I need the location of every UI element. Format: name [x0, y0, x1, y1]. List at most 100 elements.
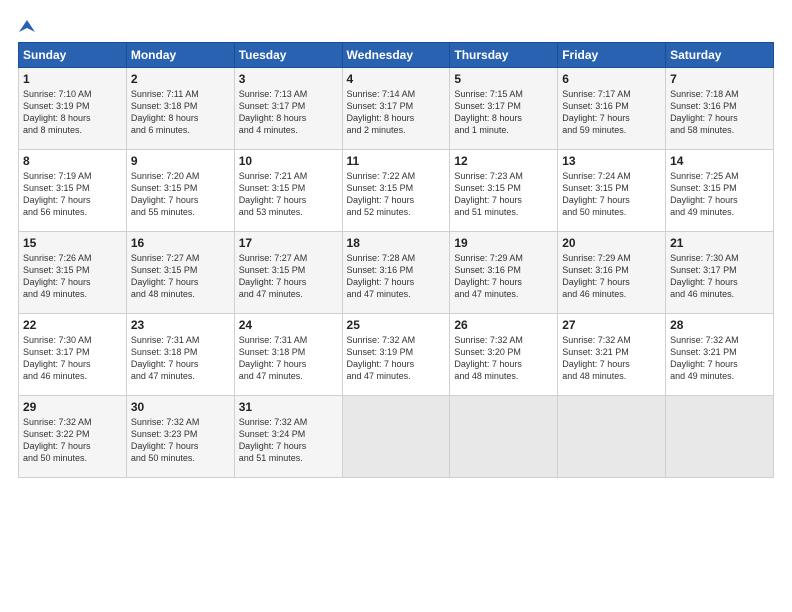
day-info: Sunrise: 7:15 AM Sunset: 3:17 PM Dayligh… [454, 88, 553, 137]
day-cell: 6 Sunrise: 7:17 AM Sunset: 3:16 PM Daylig… [558, 68, 666, 150]
day-cell: 8 Sunrise: 7:19 AM Sunset: 3:15 PM Daylig… [19, 150, 127, 232]
day-info: Sunrise: 7:26 AM Sunset: 3:15 PM Dayligh… [23, 252, 122, 301]
col-header-saturday: Saturday [666, 43, 774, 68]
day-info: Sunrise: 7:22 AM Sunset: 3:15 PM Dayligh… [347, 170, 446, 219]
day-cell [342, 396, 450, 478]
day-number: 16 [131, 236, 230, 250]
week-row-2: 8 Sunrise: 7:19 AM Sunset: 3:15 PM Daylig… [19, 150, 774, 232]
day-cell: 22 Sunrise: 7:30 AM Sunset: 3:17 PM Dayli… [19, 314, 127, 396]
day-info: Sunrise: 7:17 AM Sunset: 3:16 PM Dayligh… [562, 88, 661, 137]
day-cell: 31 Sunrise: 7:32 AM Sunset: 3:24 PM Dayli… [234, 396, 342, 478]
day-cell: 26 Sunrise: 7:32 AM Sunset: 3:20 PM Dayli… [450, 314, 558, 396]
day-cell [558, 396, 666, 478]
day-cell: 2 Sunrise: 7:11 AM Sunset: 3:18 PM Daylig… [126, 68, 234, 150]
day-info: Sunrise: 7:23 AM Sunset: 3:15 PM Dayligh… [454, 170, 553, 219]
day-cell: 9 Sunrise: 7:20 AM Sunset: 3:15 PM Daylig… [126, 150, 234, 232]
day-number: 22 [23, 318, 122, 332]
day-number: 23 [131, 318, 230, 332]
day-info: Sunrise: 7:30 AM Sunset: 3:17 PM Dayligh… [23, 334, 122, 383]
day-info: Sunrise: 7:10 AM Sunset: 3:19 PM Dayligh… [23, 88, 122, 137]
col-header-wednesday: Wednesday [342, 43, 450, 68]
day-info: Sunrise: 7:21 AM Sunset: 3:15 PM Dayligh… [239, 170, 338, 219]
day-info: Sunrise: 7:31 AM Sunset: 3:18 PM Dayligh… [239, 334, 338, 383]
week-row-4: 22 Sunrise: 7:30 AM Sunset: 3:17 PM Dayli… [19, 314, 774, 396]
week-row-3: 15 Sunrise: 7:26 AM Sunset: 3:15 PM Dayli… [19, 232, 774, 314]
day-info: Sunrise: 7:32 AM Sunset: 3:19 PM Dayligh… [347, 334, 446, 383]
day-info: Sunrise: 7:11 AM Sunset: 3:18 PM Dayligh… [131, 88, 230, 137]
day-number: 18 [347, 236, 446, 250]
day-cell: 14Sunrise: 7:25 AM Sunset: 3:15 PM Dayli… [666, 150, 774, 232]
day-cell: 3 Sunrise: 7:13 AM Sunset: 3:17 PM Daylig… [234, 68, 342, 150]
day-number: 24 [239, 318, 338, 332]
calendar-table: SundayMondayTuesdayWednesdayThursdayFrid… [18, 42, 774, 478]
logo [18, 18, 35, 32]
col-header-thursday: Thursday [450, 43, 558, 68]
logo-icon [19, 18, 35, 34]
day-info: Sunrise: 7:29 AM Sunset: 3:16 PM Dayligh… [562, 252, 661, 301]
week-row-1: 1 Sunrise: 7:10 AM Sunset: 3:19 PM Daylig… [19, 68, 774, 150]
day-cell: 21 Sunrise: 7:30 AM Sunset: 3:17 PM Dayli… [666, 232, 774, 314]
day-info: Sunrise: 7:32 AM Sunset: 3:21 PM Dayligh… [670, 334, 769, 383]
day-number: 21 [670, 236, 769, 250]
day-number: 5 [454, 72, 553, 86]
day-number: 27 [562, 318, 661, 332]
day-cell: 7 Sunrise: 7:18 AM Sunset: 3:16 PM Daylig… [666, 68, 774, 150]
header-row: SundayMondayTuesdayWednesdayThursdayFrid… [19, 43, 774, 68]
day-number: 10 [239, 154, 338, 168]
day-number: 15 [23, 236, 122, 250]
day-number: 7 [670, 72, 769, 86]
day-cell [450, 396, 558, 478]
day-cell: 4Sunrise: 7:14 AM Sunset: 3:17 PM Daylig… [342, 68, 450, 150]
day-info: Sunrise: 7:32 AM Sunset: 3:24 PM Dayligh… [239, 416, 338, 465]
day-cell: 24 Sunrise: 7:31 AM Sunset: 3:18 PM Dayli… [234, 314, 342, 396]
day-cell: 11 Sunrise: 7:22 AM Sunset: 3:15 PM Dayli… [342, 150, 450, 232]
day-number: 13 [562, 154, 661, 168]
day-number: 9 [131, 154, 230, 168]
day-number: 1 [23, 72, 122, 86]
day-number: 2 [131, 72, 230, 86]
day-number: 14 [670, 154, 769, 168]
day-number: 25 [347, 318, 446, 332]
day-number: 12 [454, 154, 553, 168]
day-number: 3 [239, 72, 338, 86]
day-number: 4 [347, 72, 446, 86]
day-info: Sunrise: 7:24 AM Sunset: 3:15 PM Dayligh… [562, 170, 661, 219]
day-number: 17 [239, 236, 338, 250]
header [18, 18, 774, 32]
day-info: Sunrise: 7:13 AM Sunset: 3:17 PM Dayligh… [239, 88, 338, 137]
day-cell [666, 396, 774, 478]
day-info: Sunrise: 7:18 AM Sunset: 3:16 PM Dayligh… [670, 88, 769, 137]
day-cell: 15 Sunrise: 7:26 AM Sunset: 3:15 PM Dayli… [19, 232, 127, 314]
day-number: 20 [562, 236, 661, 250]
day-cell: 29 Sunrise: 7:32 AM Sunset: 3:22 PM Dayli… [19, 396, 127, 478]
day-cell: 5 Sunrise: 7:15 AM Sunset: 3:17 PM Daylig… [450, 68, 558, 150]
day-cell: 10 Sunrise: 7:21 AM Sunset: 3:15 PM Dayli… [234, 150, 342, 232]
day-number: 19 [454, 236, 553, 250]
day-cell: 19Sunrise: 7:29 AM Sunset: 3:16 PM Dayli… [450, 232, 558, 314]
day-number: 26 [454, 318, 553, 332]
day-cell: 18 Sunrise: 7:28 AM Sunset: 3:16 PM Dayli… [342, 232, 450, 314]
day-info: Sunrise: 7:19 AM Sunset: 3:15 PM Dayligh… [23, 170, 122, 219]
day-number: 8 [23, 154, 122, 168]
col-header-monday: Monday [126, 43, 234, 68]
day-info: Sunrise: 7:32 AM Sunset: 3:20 PM Dayligh… [454, 334, 553, 383]
day-cell: 27Sunrise: 7:32 AM Sunset: 3:21 PM Dayli… [558, 314, 666, 396]
day-cell: 1 Sunrise: 7:10 AM Sunset: 3:19 PM Daylig… [19, 68, 127, 150]
day-number: 11 [347, 154, 446, 168]
week-row-5: 29 Sunrise: 7:32 AM Sunset: 3:22 PM Dayli… [19, 396, 774, 478]
day-number: 29 [23, 400, 122, 414]
day-info: Sunrise: 7:30 AM Sunset: 3:17 PM Dayligh… [670, 252, 769, 301]
col-header-tuesday: Tuesday [234, 43, 342, 68]
day-cell: 12 Sunrise: 7:23 AM Sunset: 3:15 PM Dayli… [450, 150, 558, 232]
day-cell: 13 Sunrise: 7:24 AM Sunset: 3:15 PM Dayli… [558, 150, 666, 232]
day-number: 31 [239, 400, 338, 414]
day-number: 28 [670, 318, 769, 332]
day-cell: 16Sunrise: 7:27 AM Sunset: 3:15 PM Dayli… [126, 232, 234, 314]
day-number: 6 [562, 72, 661, 86]
day-info: Sunrise: 7:28 AM Sunset: 3:16 PM Dayligh… [347, 252, 446, 301]
day-cell: 23Sunrise: 7:31 AM Sunset: 3:18 PM Dayli… [126, 314, 234, 396]
day-cell: 20 Sunrise: 7:29 AM Sunset: 3:16 PM Dayli… [558, 232, 666, 314]
day-info: Sunrise: 7:32 AM Sunset: 3:22 PM Dayligh… [23, 416, 122, 465]
day-info: Sunrise: 7:20 AM Sunset: 3:15 PM Dayligh… [131, 170, 230, 219]
day-info: Sunrise: 7:32 AM Sunset: 3:23 PM Dayligh… [131, 416, 230, 465]
